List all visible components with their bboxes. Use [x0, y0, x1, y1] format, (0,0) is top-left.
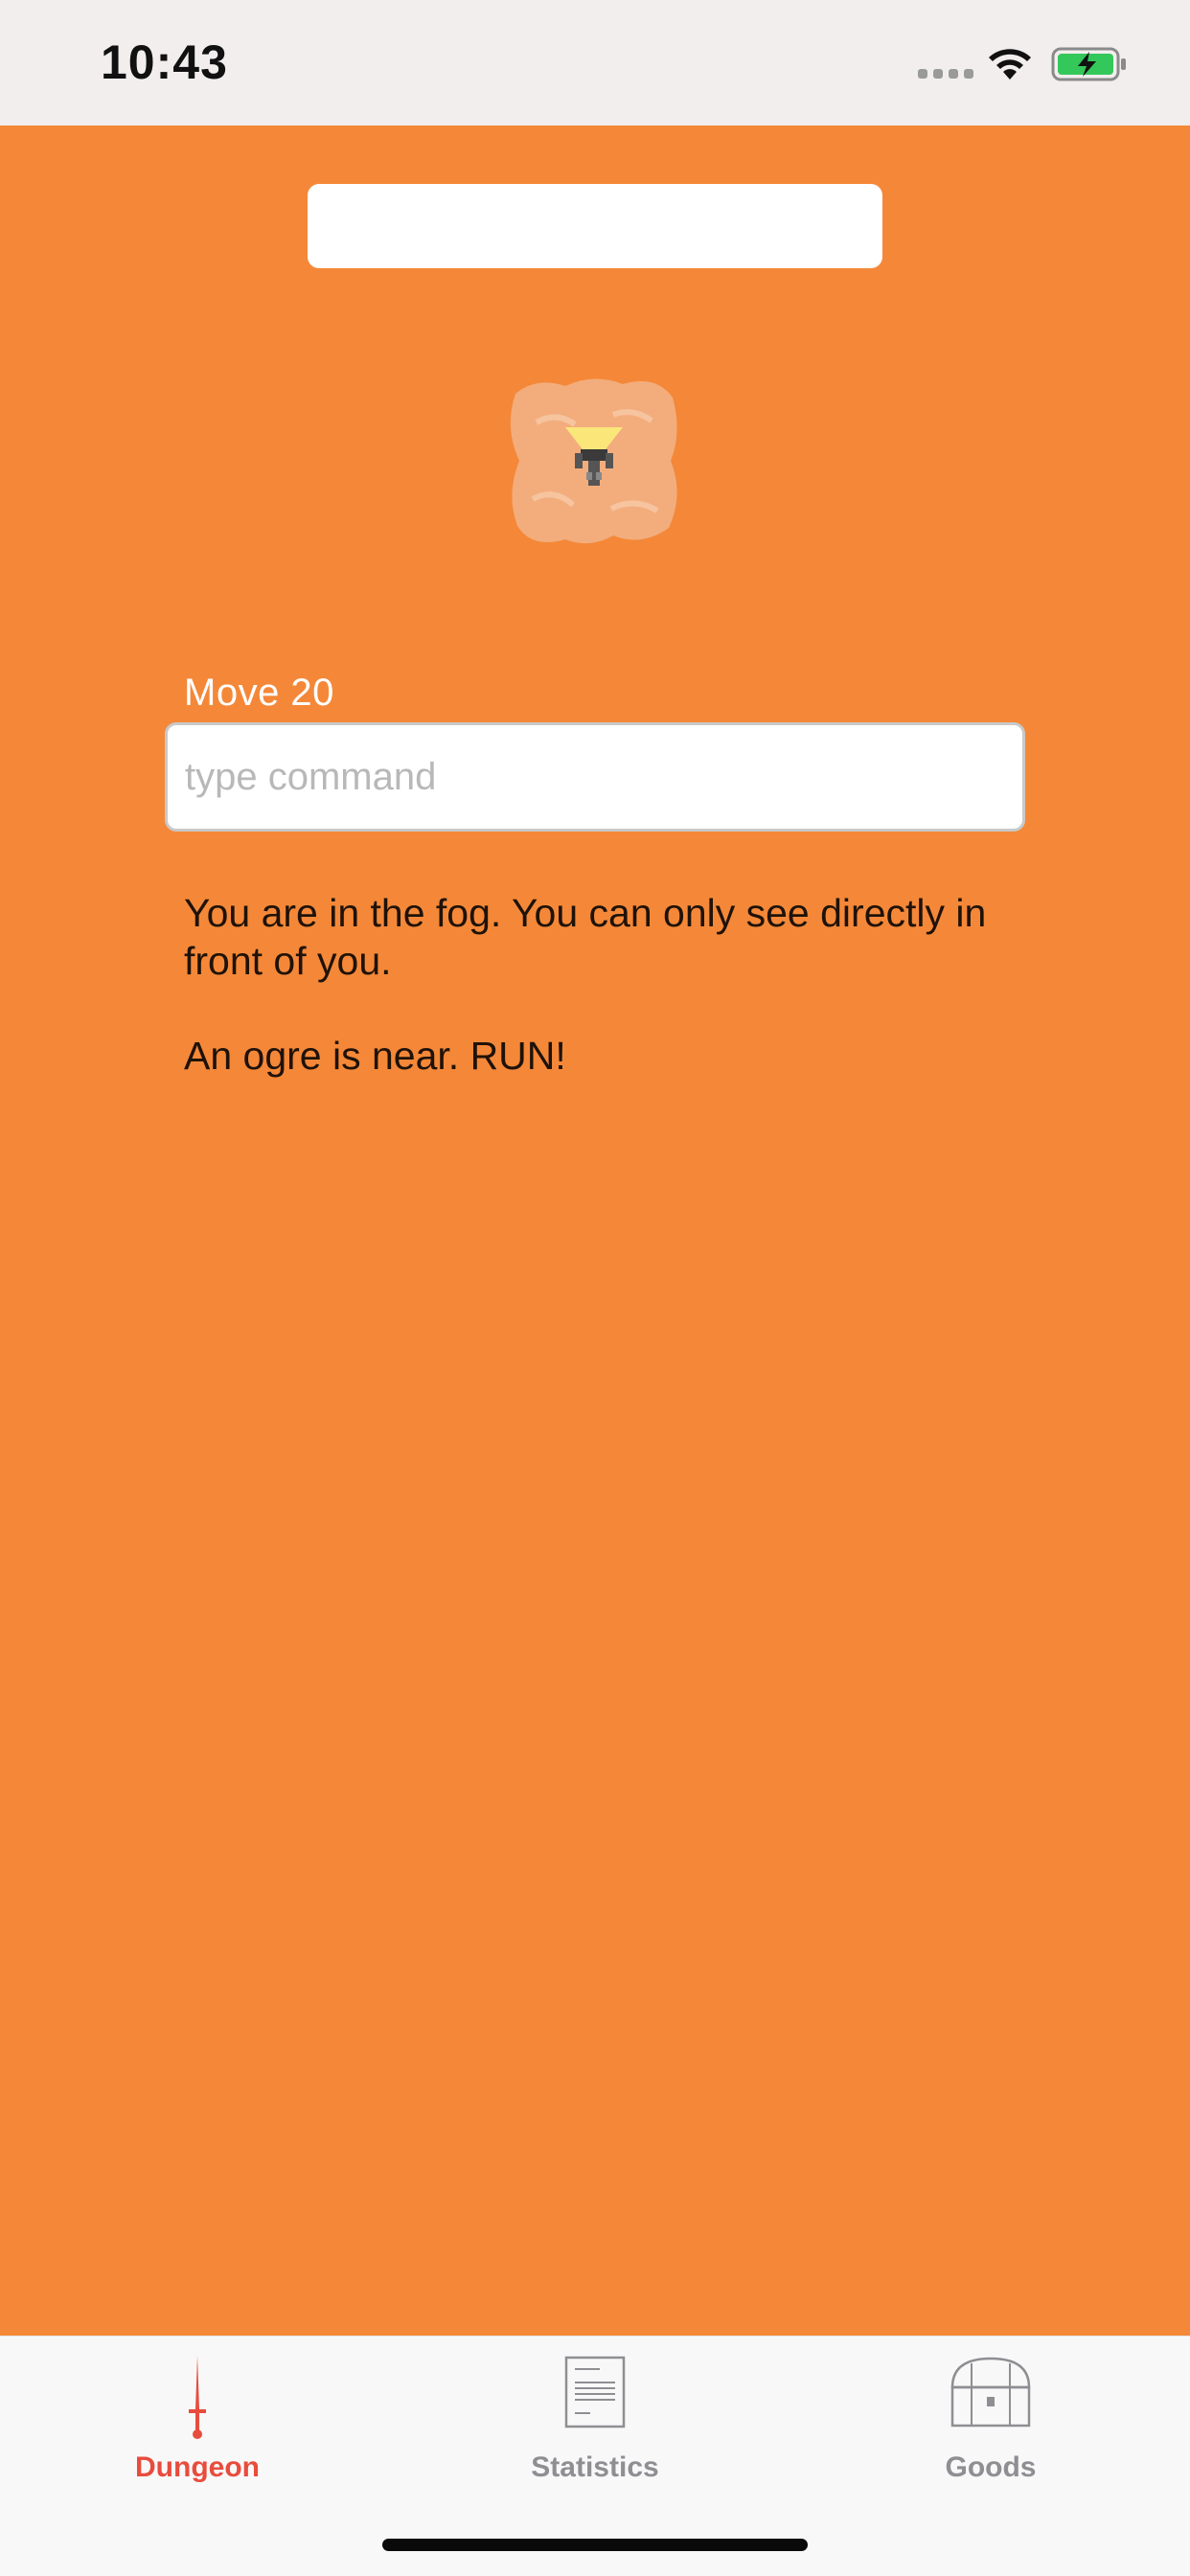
game-message: You are in the fog. You can only see dir… — [184, 891, 987, 983]
tab-label: Dungeon — [135, 2451, 260, 2483]
clock: 10:43 — [101, 35, 228, 89]
tab-statistics[interactable]: Statistics — [475, 2337, 715, 2483]
dungeon-map-tile — [510, 378, 677, 544]
treasure-chest-icon — [950, 2357, 1031, 2428]
cellular-signal-icon — [918, 69, 973, 80]
battery-icon — [1051, 47, 1126, 81]
tab-dungeon[interactable]: Dungeon — [78, 2337, 317, 2483]
tab-label: Goods — [945, 2451, 1037, 2483]
sword-icon — [189, 2356, 206, 2439]
status-bar: 10:43 — [0, 0, 1190, 125]
game-message: An ogre is near. RUN! — [184, 1034, 566, 1078]
dungeon-screen: Move 20 You are in the fog. You can only… — [0, 125, 1190, 2336]
tab-goods[interactable]: Goods — [871, 2337, 1110, 2483]
tab-bar: Dungeon Statistics Goods — [0, 2336, 1190, 2576]
move-counter: Move 20 — [184, 672, 334, 714]
document-icon — [564, 2356, 626, 2428]
wifi-icon — [989, 49, 1031, 80]
command-input[interactable] — [165, 722, 1025, 832]
home-indicator[interactable] — [382, 2539, 808, 2551]
title-box — [308, 184, 882, 268]
tab-label: Statistics — [531, 2451, 659, 2483]
